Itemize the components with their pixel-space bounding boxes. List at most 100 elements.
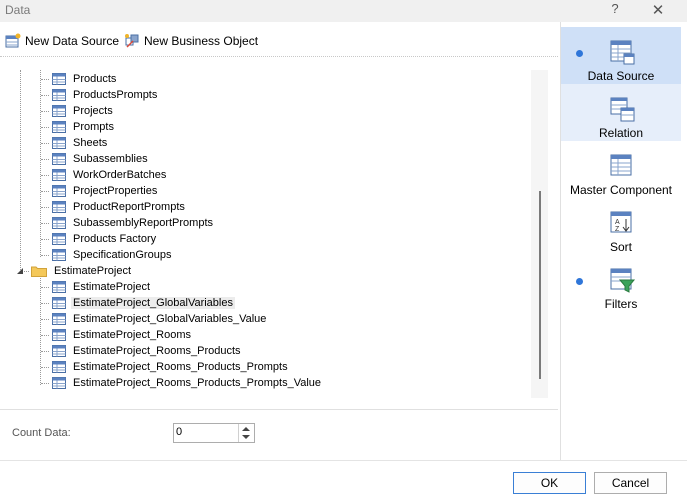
- new-business-object-button[interactable]: New Business Object: [124, 32, 258, 50]
- tree-node[interactable]: EstimateProject_Rooms_Products_Prompts: [52, 359, 290, 375]
- count-data-stepper[interactable]: [173, 423, 255, 443]
- tree-node[interactable]: EstimateProject_Rooms: [52, 327, 193, 343]
- tree-node-label: EstimateProject_Rooms_Products_Prompts: [73, 361, 288, 373]
- help-button[interactable]: ?: [607, 1, 623, 19]
- scrollbar-thumb[interactable]: [539, 191, 541, 379]
- table-icon: [52, 89, 66, 101]
- table-icon: [52, 249, 66, 261]
- table-icon: [52, 153, 66, 165]
- stepper-arrows[interactable]: [238, 424, 254, 442]
- side-item-sort-label: Sort: [609, 240, 632, 254]
- table-icon: [52, 217, 66, 229]
- new-data-source-label: New Data Source: [25, 34, 120, 48]
- table-icon: [52, 201, 66, 213]
- toolbar: New Data Source New Business Object: [0, 28, 560, 52]
- cancel-button[interactable]: Cancel: [594, 472, 667, 494]
- table-icon: [52, 281, 66, 293]
- tree-connector: [41, 335, 49, 336]
- tree-node[interactable]: EstimateProject: [52, 279, 152, 295]
- svg-text:A: A: [615, 219, 620, 226]
- tree-node-label: EstimateProject_Rooms_Products_Prompts_V…: [73, 377, 322, 389]
- tree-node-label: Subassemblies: [73, 153, 148, 165]
- footer-divider: [0, 460, 687, 461]
- tree-connector: [41, 223, 49, 224]
- tree-node[interactable]: Products Factory: [52, 231, 158, 247]
- table-icon: [52, 361, 66, 373]
- tree-node-label: Projects: [73, 105, 113, 117]
- table-icon: [52, 377, 66, 389]
- side-item-data-source-label: Data Source: [587, 69, 655, 83]
- count-data-input[interactable]: [176, 425, 234, 439]
- active-indicator-dot: [576, 50, 583, 57]
- tree-node[interactable]: Prompts: [52, 119, 116, 135]
- tree-node-label: Prompts: [73, 121, 114, 133]
- table-icon: [52, 169, 66, 181]
- tree-node[interactable]: ProductsPrompts: [52, 87, 159, 103]
- relation-icon: [610, 97, 635, 122]
- tree-node[interactable]: SubassemblyReportPrompts: [52, 215, 215, 231]
- tree-scrollbar[interactable]: [531, 70, 548, 398]
- stepper-up-icon[interactable]: [242, 427, 250, 431]
- new-business-object-icon: [125, 34, 139, 48]
- tree-connector: [41, 255, 49, 256]
- tree-connector: [41, 175, 49, 176]
- new-business-object-label: New Business Object: [144, 34, 259, 48]
- table-icon: [52, 137, 66, 149]
- side-item-relation[interactable]: Relation: [561, 84, 681, 141]
- tree-node[interactable]: Sheets: [52, 135, 109, 151]
- tree-node[interactable]: Subassemblies: [52, 151, 150, 167]
- side-item-data-source[interactable]: Data Source: [561, 27, 681, 84]
- tree-node[interactable]: WorkOrderBatches: [52, 167, 168, 183]
- tree-node-label: ProductReportPrompts: [73, 201, 185, 213]
- tree-connector: [41, 383, 49, 384]
- table-icon: [52, 329, 66, 341]
- tree-connector: [41, 287, 49, 288]
- tree-node[interactable]: ProductReportPrompts: [52, 199, 187, 215]
- tree-connector: [41, 127, 49, 128]
- side-item-master-component[interactable]: Master Component: [561, 141, 681, 198]
- sort-icon: A Z: [610, 211, 632, 233]
- expanded-arrow-icon: [17, 268, 23, 274]
- tree-connector: [41, 79, 49, 80]
- tree-connector: [41, 143, 49, 144]
- master-component-icon: [610, 154, 632, 176]
- tree-node[interactable]: ProjectProperties: [52, 183, 159, 199]
- new-data-source-icon: [5, 33, 21, 48]
- bottom-divider: [0, 409, 558, 410]
- tree-node-label: EstimateProject_Rooms: [73, 329, 191, 341]
- tree-node[interactable]: EstimateProject_Rooms_Products_Prompts_V…: [52, 375, 323, 391]
- tree-connector: [20, 70, 21, 270]
- new-data-source-button[interactable]: New Data Source: [5, 32, 119, 50]
- side-item-sort[interactable]: A Z Sort: [561, 198, 681, 255]
- close-button[interactable]: ✕: [649, 1, 667, 19]
- tree-node-label: Products: [73, 73, 117, 85]
- data-tree[interactable]: Products ProductsPrompts Projects Prompts Sh…: [0, 70, 548, 398]
- data-source-icon: [610, 40, 635, 65]
- tree-node[interactable]: EstimateProject_GlobalVariables: [52, 295, 235, 311]
- tree-node-label: Products Factory: [73, 233, 157, 245]
- tree-node[interactable]: SpecificationGroups: [52, 247, 173, 263]
- tree-connector: [41, 239, 49, 240]
- tree-folder-label: EstimateProject: [54, 265, 132, 277]
- table-icon: [52, 105, 66, 117]
- tree-connector: [41, 207, 49, 208]
- tree-node-label: EstimateProject_GlobalVariables: [71, 297, 235, 309]
- tree-node[interactable]: EstimateProject_Rooms_Products: [52, 343, 243, 359]
- window-title: Data: [5, 3, 31, 17]
- filters-icon: [610, 268, 636, 293]
- tree-node[interactable]: Projects: [52, 103, 115, 119]
- tree-connector: [40, 70, 41, 257]
- side-item-master-component-label: Master Component: [569, 183, 673, 197]
- filters-indicator-dot: [576, 278, 583, 285]
- tree-node-label: ProjectProperties: [73, 185, 158, 197]
- tree-node[interactable]: EstimateProject_GlobalVariables_Value: [52, 311, 268, 327]
- side-item-filters[interactable]: Filters: [561, 255, 681, 312]
- svg-text:Z: Z: [615, 226, 620, 233]
- tree-node[interactable]: Products: [52, 71, 118, 87]
- tree-folder[interactable]: EstimateProject: [31, 263, 133, 279]
- side-item-filters-label: Filters: [604, 297, 638, 311]
- ok-button[interactable]: OK: [513, 472, 586, 494]
- tree-connector: [41, 191, 49, 192]
- stepper-down-icon[interactable]: [242, 435, 250, 439]
- collapse-toggle[interactable]: [16, 263, 24, 279]
